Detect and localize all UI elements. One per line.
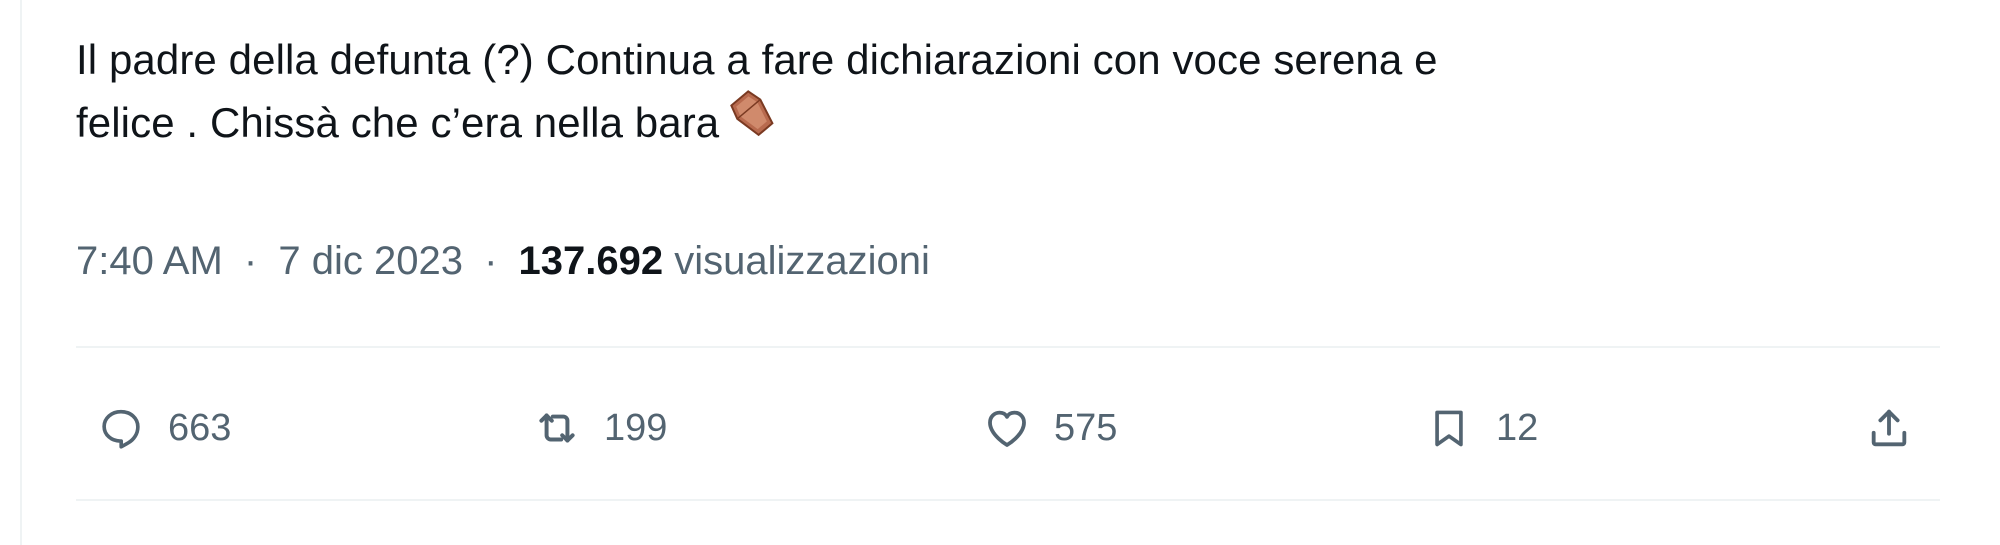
divider — [76, 499, 1940, 501]
tweet-card: Il padre della defunta (?) Continua a fa… — [0, 0, 2000, 545]
coffin-emoji-icon — [727, 88, 777, 155]
tweet-time[interactable]: 7:40 AM — [76, 239, 223, 283]
tweet-text-line-2: felice . Chissà che c’era nella bara — [76, 88, 1956, 159]
retweet-button[interactable]: 199 — [528, 398, 667, 458]
meta-separator: · — [484, 239, 498, 283]
like-count: 575 — [1054, 407, 1118, 449]
like-button[interactable]: 575 — [978, 398, 1117, 458]
bookmark-count: 12 — [1496, 407, 1539, 449]
reply-icon — [92, 399, 150, 457]
thread-border — [20, 0, 22, 545]
reply-button[interactable]: 663 — [92, 398, 231, 458]
tweet-text: Il padre della defunta (?) Continua a fa… — [76, 28, 1956, 159]
tweet-meta: 7:40 AM · 7 dic 2023 · 137.692 visualizz… — [76, 236, 930, 286]
tweet-date[interactable]: 7 dic 2023 — [278, 239, 463, 283]
bookmark-button[interactable]: 12 — [1420, 398, 1538, 458]
tweet-text-line-1: Il padre della defunta (?) Continua a fa… — [76, 36, 1438, 83]
retweet-icon — [528, 399, 586, 457]
share-icon — [1860, 399, 1918, 457]
divider — [76, 346, 1940, 348]
bookmark-icon — [1420, 399, 1478, 457]
retweet-count: 199 — [604, 407, 668, 449]
reply-count: 663 — [168, 407, 232, 449]
meta-separator: · — [243, 239, 258, 283]
views-count: 137.692 — [518, 239, 664, 283]
heart-icon — [978, 399, 1036, 457]
share-button[interactable] — [1860, 398, 1918, 458]
views-label: visualizzazioni — [674, 239, 930, 283]
tweet-text-line-2-content: felice . Chissà che c’era nella bara — [76, 99, 720, 146]
